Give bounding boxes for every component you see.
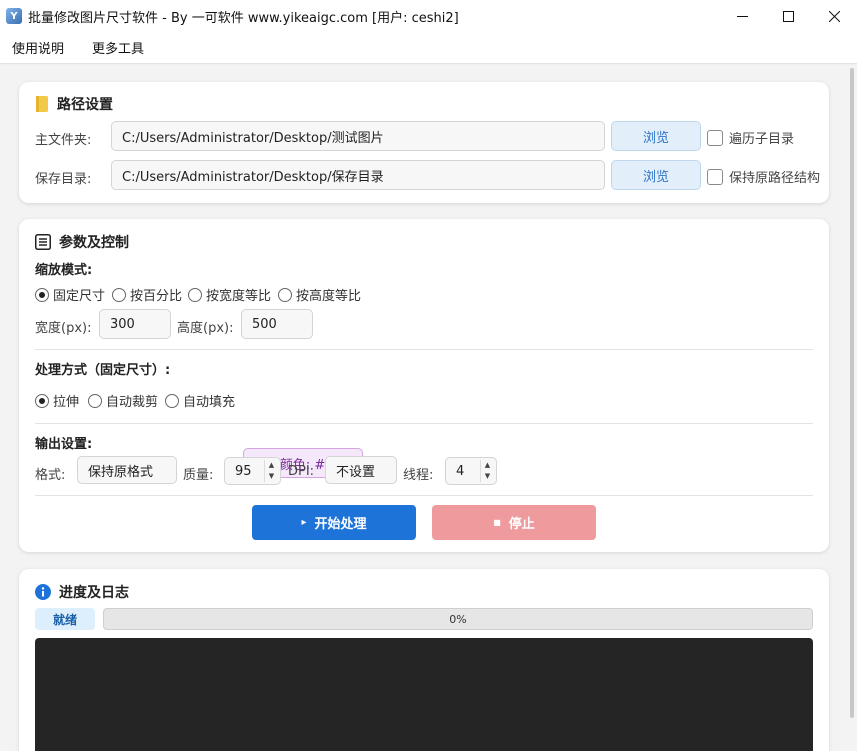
recurse-checkbox-label: 遍历子目录 [729,132,795,147]
process-mode-label: 处理方式（固定尺寸）: [35,363,171,378]
stop-icon: ■ [493,518,501,527]
params-card: 参数及控制 缩放模式: 固定尺寸 按百分比 按宽度等比 按高度等比 宽度(px)… [19,219,829,552]
save-dir-label: 保存目录: [35,172,92,187]
width-label: 宽度(px): [35,321,92,336]
process-crop-radio[interactable]: 自动裁剪 [88,391,158,410]
recurse-checkbox-box[interactable] [707,129,723,146]
progress-title: 进度及日志 [35,582,129,602]
quality-value: 95 [235,463,252,479]
title-bar: Y 批量修改图片尺寸软件 - By 一可软件 www.yikeaigc.com … [0,0,857,32]
quality-stepper-arrows[interactable]: ▲ ▼ [264,460,278,482]
threads-label: 线程: [403,468,434,483]
close-icon [828,10,840,22]
scale-mode-percent-radio[interactable]: 按百分比 [112,285,182,304]
keep-structure-checkbox-label: 保持原路径结构 [729,171,821,186]
menu-bar: 使用说明 更多工具 [0,32,857,64]
stepper-down-icon[interactable]: ▼ [481,471,494,482]
process-fill-radio[interactable]: 自动填充 [165,391,235,410]
browse-main-folder-button[interactable]: 浏览 [611,121,701,151]
path-settings-title: 路径设置 [35,94,113,114]
divider [35,423,813,424]
threads-stepper-arrows[interactable]: ▲ ▼ [480,460,494,482]
output-settings-label: 输出设置: [35,437,93,452]
divider [35,349,813,350]
quality-label: 质量: [183,468,214,483]
radio-label: 按百分比 [130,289,183,304]
info-icon [35,584,51,600]
process-stretch-radio[interactable]: 拉伸 [35,391,79,410]
start-button-label: 开始处理 [314,517,367,532]
stop-button-label: 停止 [508,517,535,532]
radio-dot[interactable] [88,393,102,408]
maximize-icon [782,10,794,22]
minimize-button[interactable] [719,0,765,32]
dpi-select[interactable]: 不设置 [325,456,397,484]
menu-item-more-tools[interactable]: 更多工具 [80,38,158,57]
radio-dot[interactable] [35,393,49,408]
save-dir-input[interactable]: C:/Users/Administrator/Desktop/保存目录 [111,160,605,190]
stepper-down-icon[interactable]: ▼ [265,471,278,482]
radio-label: 按宽度等比 [206,289,272,304]
radio-label: 固定尺寸 [53,289,106,304]
list-icon [35,234,51,250]
params-title-text: 参数及控制 [59,235,129,251]
stepper-up-icon[interactable]: ▲ [265,460,278,471]
window-controls [719,0,857,32]
radio-dot[interactable] [35,287,49,302]
radio-label: 自动填充 [183,395,236,410]
progress-card: 进度及日志 就绪 0% [19,569,829,751]
status-badge: 就绪 [35,608,95,630]
width-input[interactable]: 300 [99,309,171,339]
height-input[interactable]: 500 [241,309,313,339]
scrollbar[interactable] [848,65,857,751]
scale-mode-height-radio[interactable]: 按高度等比 [278,285,361,304]
play-icon: ▸ [301,517,307,528]
close-button[interactable] [811,0,857,32]
main-folder-label: 主文件夹: [35,133,92,148]
scale-mode-label: 缩放模式: [35,263,93,278]
scrollbar-thumb[interactable] [850,68,854,718]
keep-structure-checkbox-box[interactable] [707,168,723,185]
minimize-icon [736,15,748,17]
start-button[interactable]: ▸ 开始处理 [252,505,416,540]
threads-value: 4 [456,463,465,479]
progress-bar: 0% [103,608,813,630]
path-settings-card: 路径设置 主文件夹: C:/Users/Administrator/Deskto… [19,82,829,203]
main-folder-input[interactable]: C:/Users/Administrator/Desktop/测试图片 [111,121,605,151]
stepper-up-icon[interactable]: ▲ [481,460,494,471]
divider [35,495,813,496]
scale-mode-fixed-radio[interactable]: 固定尺寸 [35,285,105,304]
app-icon: Y [6,8,22,24]
log-area[interactable] [35,638,813,751]
threads-stepper[interactable]: 4 ▲ ▼ [445,457,497,485]
radio-label: 自动裁剪 [106,395,159,410]
format-select[interactable]: 保持原格式 [77,456,177,484]
dpi-label: DPI: [288,464,315,479]
format-label: 格式: [35,468,66,483]
height-label: 高度(px): [177,321,234,336]
path-settings-title-text: 路径设置 [57,97,113,113]
folder-icon [35,96,49,112]
maximize-button[interactable] [765,0,811,32]
params-title: 参数及控制 [35,232,129,252]
progress-text: 0% [449,612,467,626]
scale-mode-width-radio[interactable]: 按宽度等比 [188,285,271,304]
keep-structure-checkbox[interactable]: 保持原路径结构 [707,167,820,186]
radio-label: 按高度等比 [296,289,362,304]
browse-save-dir-button[interactable]: 浏览 [611,160,701,190]
stop-button[interactable]: ■ 停止 [432,505,596,540]
main-content: 路径设置 主文件夹: C:/Users/Administrator/Deskto… [0,65,848,751]
window-title: 批量修改图片尺寸软件 - By 一可软件 www.yikeaigc.com [用… [28,10,459,26]
progress-title-text: 进度及日志 [59,585,129,601]
radio-dot[interactable] [112,287,126,302]
radio-dot[interactable] [278,287,292,302]
radio-label: 拉伸 [53,395,80,410]
radio-dot[interactable] [188,287,202,302]
quality-stepper[interactable]: 95 ▲ ▼ [224,457,281,485]
radio-dot[interactable] [165,393,179,408]
recurse-subdirs-checkbox[interactable]: 遍历子目录 [707,128,794,147]
menu-item-help[interactable]: 使用说明 [0,38,78,57]
